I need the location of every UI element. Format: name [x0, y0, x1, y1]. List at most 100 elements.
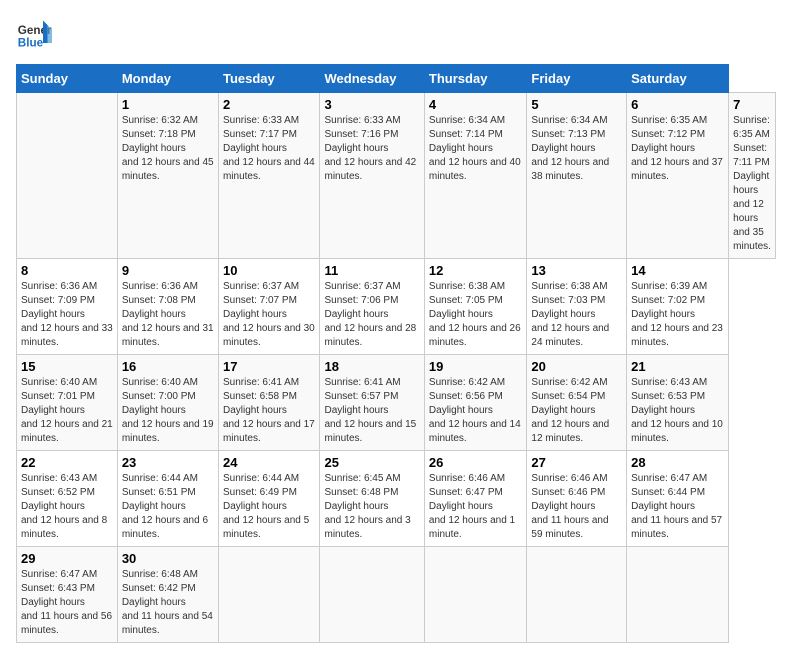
day-number: 24 [223, 455, 316, 470]
day-info: Sunrise: 6:48 AMSunset: 6:42 PMDaylight … [122, 569, 213, 636]
calendar-cell: 23 Sunrise: 6:44 AMSunset: 6:51 PMDaylig… [117, 451, 218, 547]
day-number: 10 [223, 263, 316, 278]
calendar-cell [424, 547, 526, 643]
day-number: 19 [429, 359, 522, 374]
weekday-saturday: Saturday [627, 65, 729, 93]
day-number: 17 [223, 359, 316, 374]
day-number: 16 [122, 359, 214, 374]
day-info: Sunrise: 6:43 AMSunset: 6:53 PMDaylight … [631, 377, 723, 444]
calendar-cell [627, 547, 729, 643]
calendar-cell: 30 Sunrise: 6:48 AMSunset: 6:42 PMDaylig… [117, 547, 218, 643]
day-info: Sunrise: 6:33 AMSunset: 7:16 PMDaylight … [324, 115, 416, 182]
week-row-4: 29 Sunrise: 6:47 AMSunset: 6:43 PMDaylig… [17, 547, 776, 643]
day-info: Sunrise: 6:40 AMSunset: 7:01 PMDaylight … [21, 377, 113, 444]
weekday-header-row: SundayMondayTuesdayWednesdayThursdayFrid… [17, 65, 776, 93]
day-number: 21 [631, 359, 724, 374]
day-info: Sunrise: 6:47 AMSunset: 6:44 PMDaylight … [631, 473, 722, 540]
day-info: Sunrise: 6:36 AMSunset: 7:08 PMDaylight … [122, 281, 214, 348]
day-number: 7 [733, 97, 771, 112]
calendar-cell [320, 547, 424, 643]
calendar-cell [218, 547, 320, 643]
day-info: Sunrise: 6:45 AMSunset: 6:48 PMDaylight … [324, 473, 410, 540]
day-info: Sunrise: 6:41 AMSunset: 6:58 PMDaylight … [223, 377, 315, 444]
day-info: Sunrise: 6:35 AMSunset: 7:11 PMDaylight … [733, 115, 771, 252]
svg-text:Blue: Blue [18, 37, 44, 50]
day-info: Sunrise: 6:40 AMSunset: 7:00 PMDaylight … [122, 377, 214, 444]
calendar-cell: 13 Sunrise: 6:38 AMSunset: 7:03 PMDaylig… [527, 259, 627, 355]
calendar-cell: 6 Sunrise: 6:35 AMSunset: 7:12 PMDayligh… [627, 93, 729, 259]
day-info: Sunrise: 6:32 AMSunset: 7:18 PMDaylight … [122, 115, 214, 182]
day-number: 6 [631, 97, 724, 112]
weekday-sunday: Sunday [17, 65, 118, 93]
day-info: Sunrise: 6:44 AMSunset: 6:51 PMDaylight … [122, 473, 208, 540]
day-info: Sunrise: 6:36 AMSunset: 7:09 PMDaylight … [21, 281, 113, 348]
calendar-cell [17, 93, 118, 259]
day-number: 1 [122, 97, 214, 112]
day-info: Sunrise: 6:38 AMSunset: 7:05 PMDaylight … [429, 281, 521, 348]
calendar-cell: 22 Sunrise: 6:43 AMSunset: 6:52 PMDaylig… [17, 451, 118, 547]
calendar-cell: 1 Sunrise: 6:32 AMSunset: 7:18 PMDayligh… [117, 93, 218, 259]
calendar-cell: 18 Sunrise: 6:41 AMSunset: 6:57 PMDaylig… [320, 355, 424, 451]
day-number: 2 [223, 97, 316, 112]
calendar-cell: 17 Sunrise: 6:41 AMSunset: 6:58 PMDaylig… [218, 355, 320, 451]
calendar-cell: 14 Sunrise: 6:39 AMSunset: 7:02 PMDaylig… [627, 259, 729, 355]
calendar-cell: 5 Sunrise: 6:34 AMSunset: 7:13 PMDayligh… [527, 93, 627, 259]
weekday-friday: Friday [527, 65, 627, 93]
day-number: 9 [122, 263, 214, 278]
logo-icon: General Blue [16, 16, 52, 52]
calendar-cell: 16 Sunrise: 6:40 AMSunset: 7:00 PMDaylig… [117, 355, 218, 451]
day-number: 23 [122, 455, 214, 470]
week-row-2: 15 Sunrise: 6:40 AMSunset: 7:01 PMDaylig… [17, 355, 776, 451]
day-number: 15 [21, 359, 113, 374]
day-info: Sunrise: 6:47 AMSunset: 6:43 PMDaylight … [21, 569, 112, 636]
week-row-3: 22 Sunrise: 6:43 AMSunset: 6:52 PMDaylig… [17, 451, 776, 547]
calendar-cell: 25 Sunrise: 6:45 AMSunset: 6:48 PMDaylig… [320, 451, 424, 547]
calendar-cell: 29 Sunrise: 6:47 AMSunset: 6:43 PMDaylig… [17, 547, 118, 643]
calendar-body: 1 Sunrise: 6:32 AMSunset: 7:18 PMDayligh… [17, 93, 776, 643]
day-number: 27 [531, 455, 622, 470]
day-number: 25 [324, 455, 419, 470]
day-info: Sunrise: 6:41 AMSunset: 6:57 PMDaylight … [324, 377, 416, 444]
day-info: Sunrise: 6:34 AMSunset: 7:14 PMDaylight … [429, 115, 521, 182]
day-info: Sunrise: 6:39 AMSunset: 7:02 PMDaylight … [631, 281, 723, 348]
calendar-cell: 7 Sunrise: 6:35 AMSunset: 7:11 PMDayligh… [729, 93, 776, 259]
day-number: 8 [21, 263, 113, 278]
day-number: 29 [21, 551, 113, 566]
day-number: 4 [429, 97, 522, 112]
calendar-cell: 19 Sunrise: 6:42 AMSunset: 6:56 PMDaylig… [424, 355, 526, 451]
logo: General Blue [16, 16, 52, 52]
calendar-cell: 21 Sunrise: 6:43 AMSunset: 6:53 PMDaylig… [627, 355, 729, 451]
calendar-table: SundayMondayTuesdayWednesdayThursdayFrid… [16, 64, 776, 643]
calendar-cell: 4 Sunrise: 6:34 AMSunset: 7:14 PMDayligh… [424, 93, 526, 259]
calendar-cell: 12 Sunrise: 6:38 AMSunset: 7:05 PMDaylig… [424, 259, 526, 355]
week-row-1: 8 Sunrise: 6:36 AMSunset: 7:09 PMDayligh… [17, 259, 776, 355]
weekday-thursday: Thursday [424, 65, 526, 93]
day-info: Sunrise: 6:35 AMSunset: 7:12 PMDaylight … [631, 115, 723, 182]
calendar-cell: 24 Sunrise: 6:44 AMSunset: 6:49 PMDaylig… [218, 451, 320, 547]
day-number: 13 [531, 263, 622, 278]
calendar-cell: 9 Sunrise: 6:36 AMSunset: 7:08 PMDayligh… [117, 259, 218, 355]
calendar-cell: 27 Sunrise: 6:46 AMSunset: 6:46 PMDaylig… [527, 451, 627, 547]
week-row-0: 1 Sunrise: 6:32 AMSunset: 7:18 PMDayligh… [17, 93, 776, 259]
calendar-cell: 26 Sunrise: 6:46 AMSunset: 6:47 PMDaylig… [424, 451, 526, 547]
weekday-tuesday: Tuesday [218, 65, 320, 93]
day-info: Sunrise: 6:34 AMSunset: 7:13 PMDaylight … [531, 115, 609, 182]
day-info: Sunrise: 6:42 AMSunset: 6:56 PMDaylight … [429, 377, 521, 444]
day-number: 12 [429, 263, 522, 278]
day-info: Sunrise: 6:46 AMSunset: 6:46 PMDaylight … [531, 473, 608, 540]
day-number: 26 [429, 455, 522, 470]
day-info: Sunrise: 6:44 AMSunset: 6:49 PMDaylight … [223, 473, 309, 540]
calendar-cell: 28 Sunrise: 6:47 AMSunset: 6:44 PMDaylig… [627, 451, 729, 547]
day-info: Sunrise: 6:42 AMSunset: 6:54 PMDaylight … [531, 377, 609, 444]
weekday-wednesday: Wednesday [320, 65, 424, 93]
calendar-cell: 2 Sunrise: 6:33 AMSunset: 7:17 PMDayligh… [218, 93, 320, 259]
calendar-cell: 11 Sunrise: 6:37 AMSunset: 7:06 PMDaylig… [320, 259, 424, 355]
calendar-cell: 20 Sunrise: 6:42 AMSunset: 6:54 PMDaylig… [527, 355, 627, 451]
day-number: 5 [531, 97, 622, 112]
day-info: Sunrise: 6:33 AMSunset: 7:17 PMDaylight … [223, 115, 315, 182]
calendar-cell: 3 Sunrise: 6:33 AMSunset: 7:16 PMDayligh… [320, 93, 424, 259]
calendar-cell: 8 Sunrise: 6:36 AMSunset: 7:09 PMDayligh… [17, 259, 118, 355]
day-number: 11 [324, 263, 419, 278]
calendar-cell: 15 Sunrise: 6:40 AMSunset: 7:01 PMDaylig… [17, 355, 118, 451]
day-info: Sunrise: 6:37 AMSunset: 7:06 PMDaylight … [324, 281, 416, 348]
